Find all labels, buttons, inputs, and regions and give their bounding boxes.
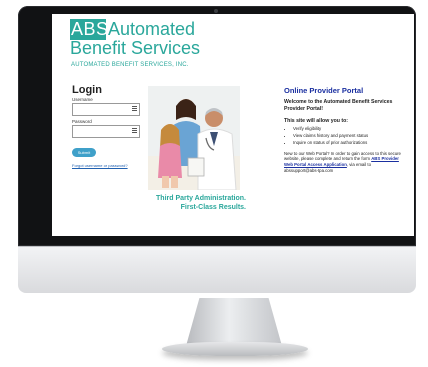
tagline-line2: First-Class Results. xyxy=(180,204,246,211)
logo-benefit-services: Benefit Services xyxy=(70,38,201,58)
list-item: Verify eligibility xyxy=(293,126,404,132)
keyboard-icon xyxy=(132,128,137,133)
monitor-stand xyxy=(186,298,282,346)
portal-feature-list: Verify eligibility View claims history a… xyxy=(284,126,404,146)
username-label: Username xyxy=(72,97,93,102)
forgot-password-link[interactable]: Forgot username or password? xyxy=(72,163,142,168)
tagline-line1: Third Party Administration. xyxy=(156,195,246,202)
list-item: View claims history and payment status xyxy=(293,133,404,139)
keyboard-icon xyxy=(132,106,137,111)
logo-abs: ABS xyxy=(71,19,109,39)
logo-subtitle: AUTOMATED BENEFIT SERVICES, INC. xyxy=(71,62,189,68)
monitor-base xyxy=(162,342,308,356)
portal-welcome: Welcome to the Automated Benefit Service… xyxy=(284,99,393,112)
password-field[interactable] xyxy=(72,125,140,138)
login-title: Login xyxy=(72,84,102,96)
portal-note: New to our Web Portal? In order to gain … xyxy=(284,151,404,173)
camera-icon xyxy=(214,9,218,13)
monitor-chin xyxy=(18,246,416,293)
portal-allow-heading: This site will allow you to: xyxy=(284,118,348,124)
login-form: Login Username Password Submit Forgot us… xyxy=(72,84,142,168)
submit-button[interactable]: Submit xyxy=(72,148,96,157)
tagline: Third Party Administration. First-Class … xyxy=(144,194,246,212)
portal-info: Online Provider Portal Welcome to the Au… xyxy=(284,86,404,173)
doctor-patient-photo xyxy=(148,86,240,190)
username-field[interactable] xyxy=(72,103,140,116)
logo-automated: Automated xyxy=(108,19,196,39)
portal-title: Online Provider Portal xyxy=(284,86,364,95)
password-label: Password xyxy=(72,119,92,124)
list-item: Inquire on status of prior authorization… xyxy=(293,140,404,146)
abs-logo[interactable]: ABS Automated Benefit Services AUTOMATED… xyxy=(70,18,220,80)
screen: ABS Automated Benefit Services AUTOMATED… xyxy=(52,14,414,236)
